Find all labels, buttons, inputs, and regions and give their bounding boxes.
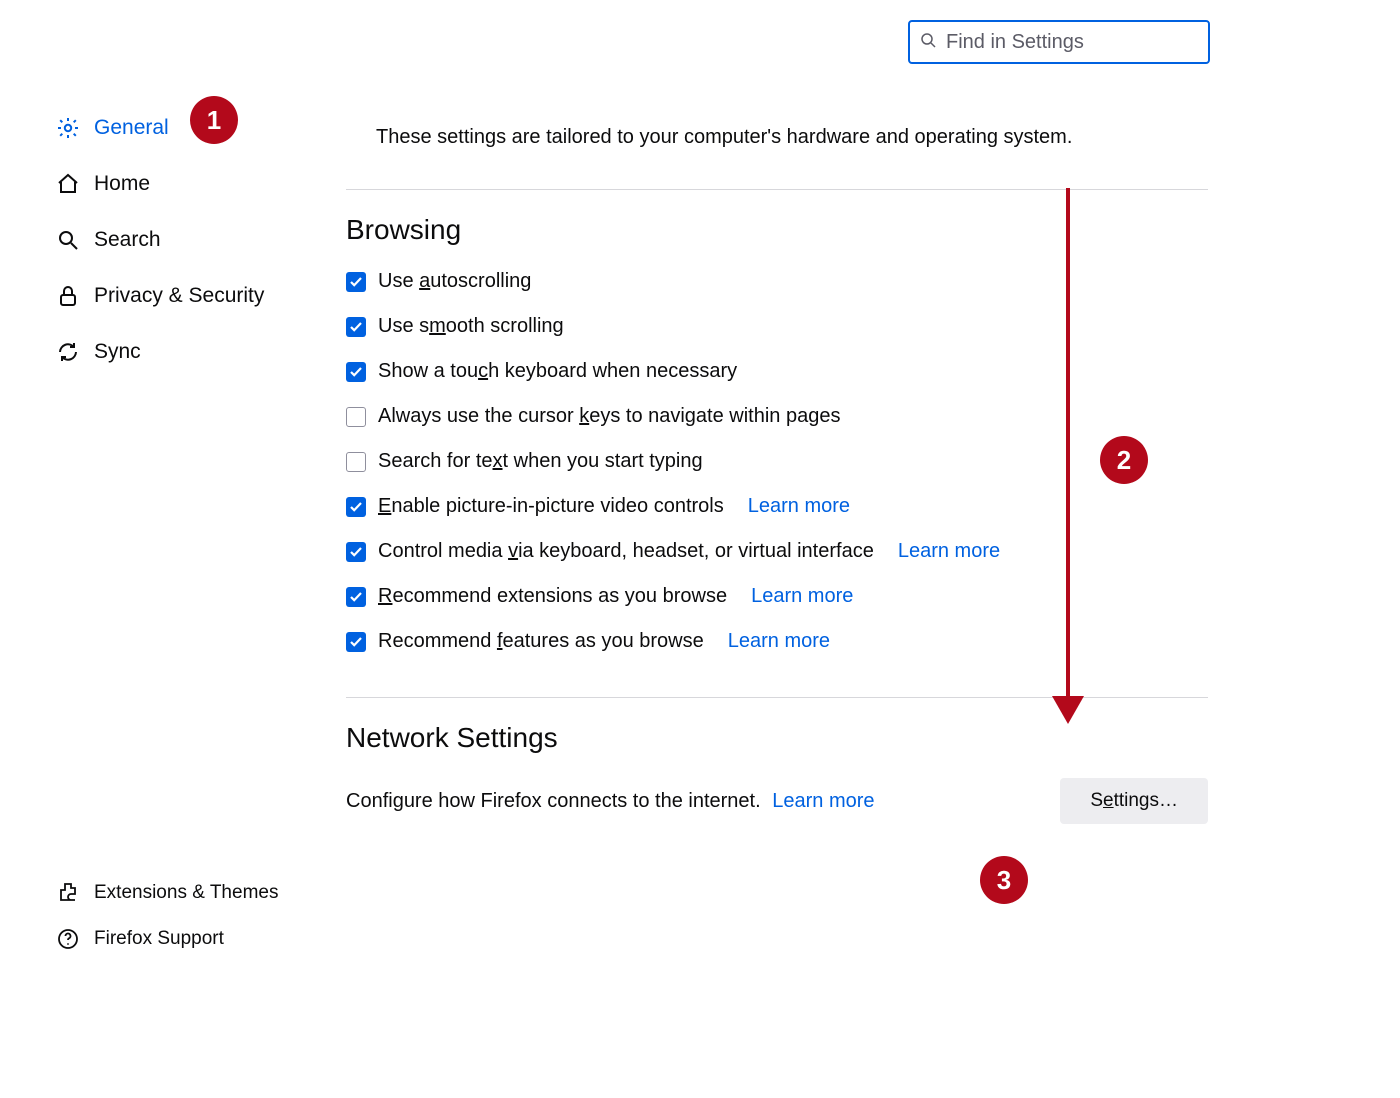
check-label: Recommend features as you browse [378, 630, 704, 653]
sidebar-item-privacy[interactable]: Privacy & Security [56, 268, 316, 324]
section-title-browsing: Browsing [346, 214, 1208, 246]
search-icon [56, 228, 80, 252]
check-label: Always use the cursor keys to navigate w… [378, 405, 840, 428]
checkbox-icon[interactable] [346, 272, 366, 292]
check-label: Show a touch keyboard when necessary [378, 360, 737, 383]
check-recommend-extensions[interactable]: Recommend extensions as you browse Learn… [346, 585, 1208, 608]
checkbox-icon[interactable] [346, 362, 366, 382]
sidebar-item-home[interactable]: Home [56, 156, 316, 212]
annotation-arrow-head [1052, 696, 1084, 724]
learn-more-link[interactable]: Learn more [751, 585, 853, 608]
sidebar-item-label: Firefox Support [94, 928, 224, 950]
search-container[interactable] [908, 20, 1210, 64]
checkbox-icon[interactable] [346, 317, 366, 337]
sidebar-item-label: Extensions & Themes [94, 882, 278, 904]
learn-more-link[interactable]: Learn more [748, 495, 850, 518]
check-label: Use autoscrolling [378, 270, 531, 293]
check-label: Control media via keyboard, headset, or … [378, 540, 874, 563]
annotation-badge-1: 1 [190, 96, 238, 144]
check-media-keys[interactable]: Control media via keyboard, headset, or … [346, 540, 1208, 563]
checkbox-icon[interactable] [346, 452, 366, 472]
checkbox-icon[interactable] [346, 542, 366, 562]
network-settings-button[interactable]: Settings… [1060, 778, 1208, 824]
sidebar-item-extensions[interactable]: Extensions & Themes [56, 870, 316, 916]
sidebar-item-label: Search [94, 228, 161, 252]
annotation-arrow [1066, 188, 1070, 698]
sidebar-item-label: Sync [94, 340, 141, 364]
sidebar-item-search[interactable]: Search [56, 212, 316, 268]
check-label: Search for text when you start typing [378, 450, 703, 473]
sidebar-item-sync[interactable]: Sync [56, 324, 316, 380]
home-icon [56, 172, 80, 196]
check-search-typing[interactable]: Search for text when you start typing [346, 450, 1208, 473]
checkbox-icon[interactable] [346, 632, 366, 652]
sidebar: General Home Search Privacy & Security S… [56, 100, 316, 380]
lock-icon [56, 284, 80, 308]
learn-more-link[interactable]: Learn more [772, 790, 874, 812]
check-label: Recommend extensions as you browse [378, 585, 727, 608]
sidebar-item-support[interactable]: Firefox Support [56, 916, 316, 962]
check-label: Enable picture-in-picture video controls [378, 495, 724, 518]
annotation-badge-3: 3 [980, 856, 1028, 904]
checkbox-icon[interactable] [346, 497, 366, 517]
check-recommend-features[interactable]: Recommend features as you browse Learn m… [346, 630, 1208, 653]
sidebar-item-general[interactable]: General [56, 100, 316, 156]
learn-more-link[interactable]: Learn more [728, 630, 830, 653]
section-title-network: Network Settings [346, 722, 1208, 754]
checkbox-icon[interactable] [346, 587, 366, 607]
learn-more-link[interactable]: Learn more [898, 540, 1000, 563]
check-cursor-keys[interactable]: Always use the cursor keys to navigate w… [346, 405, 1208, 428]
gear-icon [56, 116, 80, 140]
network-desc: Configure how Firefox connects to the in… [346, 790, 875, 813]
checkbox-icon[interactable] [346, 407, 366, 427]
intro-text: These settings are tailored to your comp… [376, 126, 1208, 149]
sidebar-item-label: General [94, 116, 169, 140]
divider [346, 189, 1208, 190]
check-autoscrolling[interactable]: Use autoscrolling [346, 270, 1208, 293]
check-smooth-scrolling[interactable]: Use smooth scrolling [346, 315, 1208, 338]
puzzle-icon [56, 881, 80, 905]
check-pip[interactable]: Enable picture-in-picture video controls… [346, 495, 1208, 518]
sidebar-bottom: Extensions & Themes Firefox Support [56, 870, 316, 962]
search-input[interactable] [944, 30, 1213, 55]
sidebar-item-label: Home [94, 172, 150, 196]
check-touch-keyboard[interactable]: Show a touch keyboard when necessary [346, 360, 1208, 383]
annotation-badge-2: 2 [1100, 436, 1148, 484]
search-icon [920, 32, 936, 53]
check-label: Use smooth scrolling [378, 315, 564, 338]
question-icon [56, 927, 80, 951]
sidebar-item-label: Privacy & Security [94, 284, 264, 308]
sync-icon [56, 340, 80, 364]
